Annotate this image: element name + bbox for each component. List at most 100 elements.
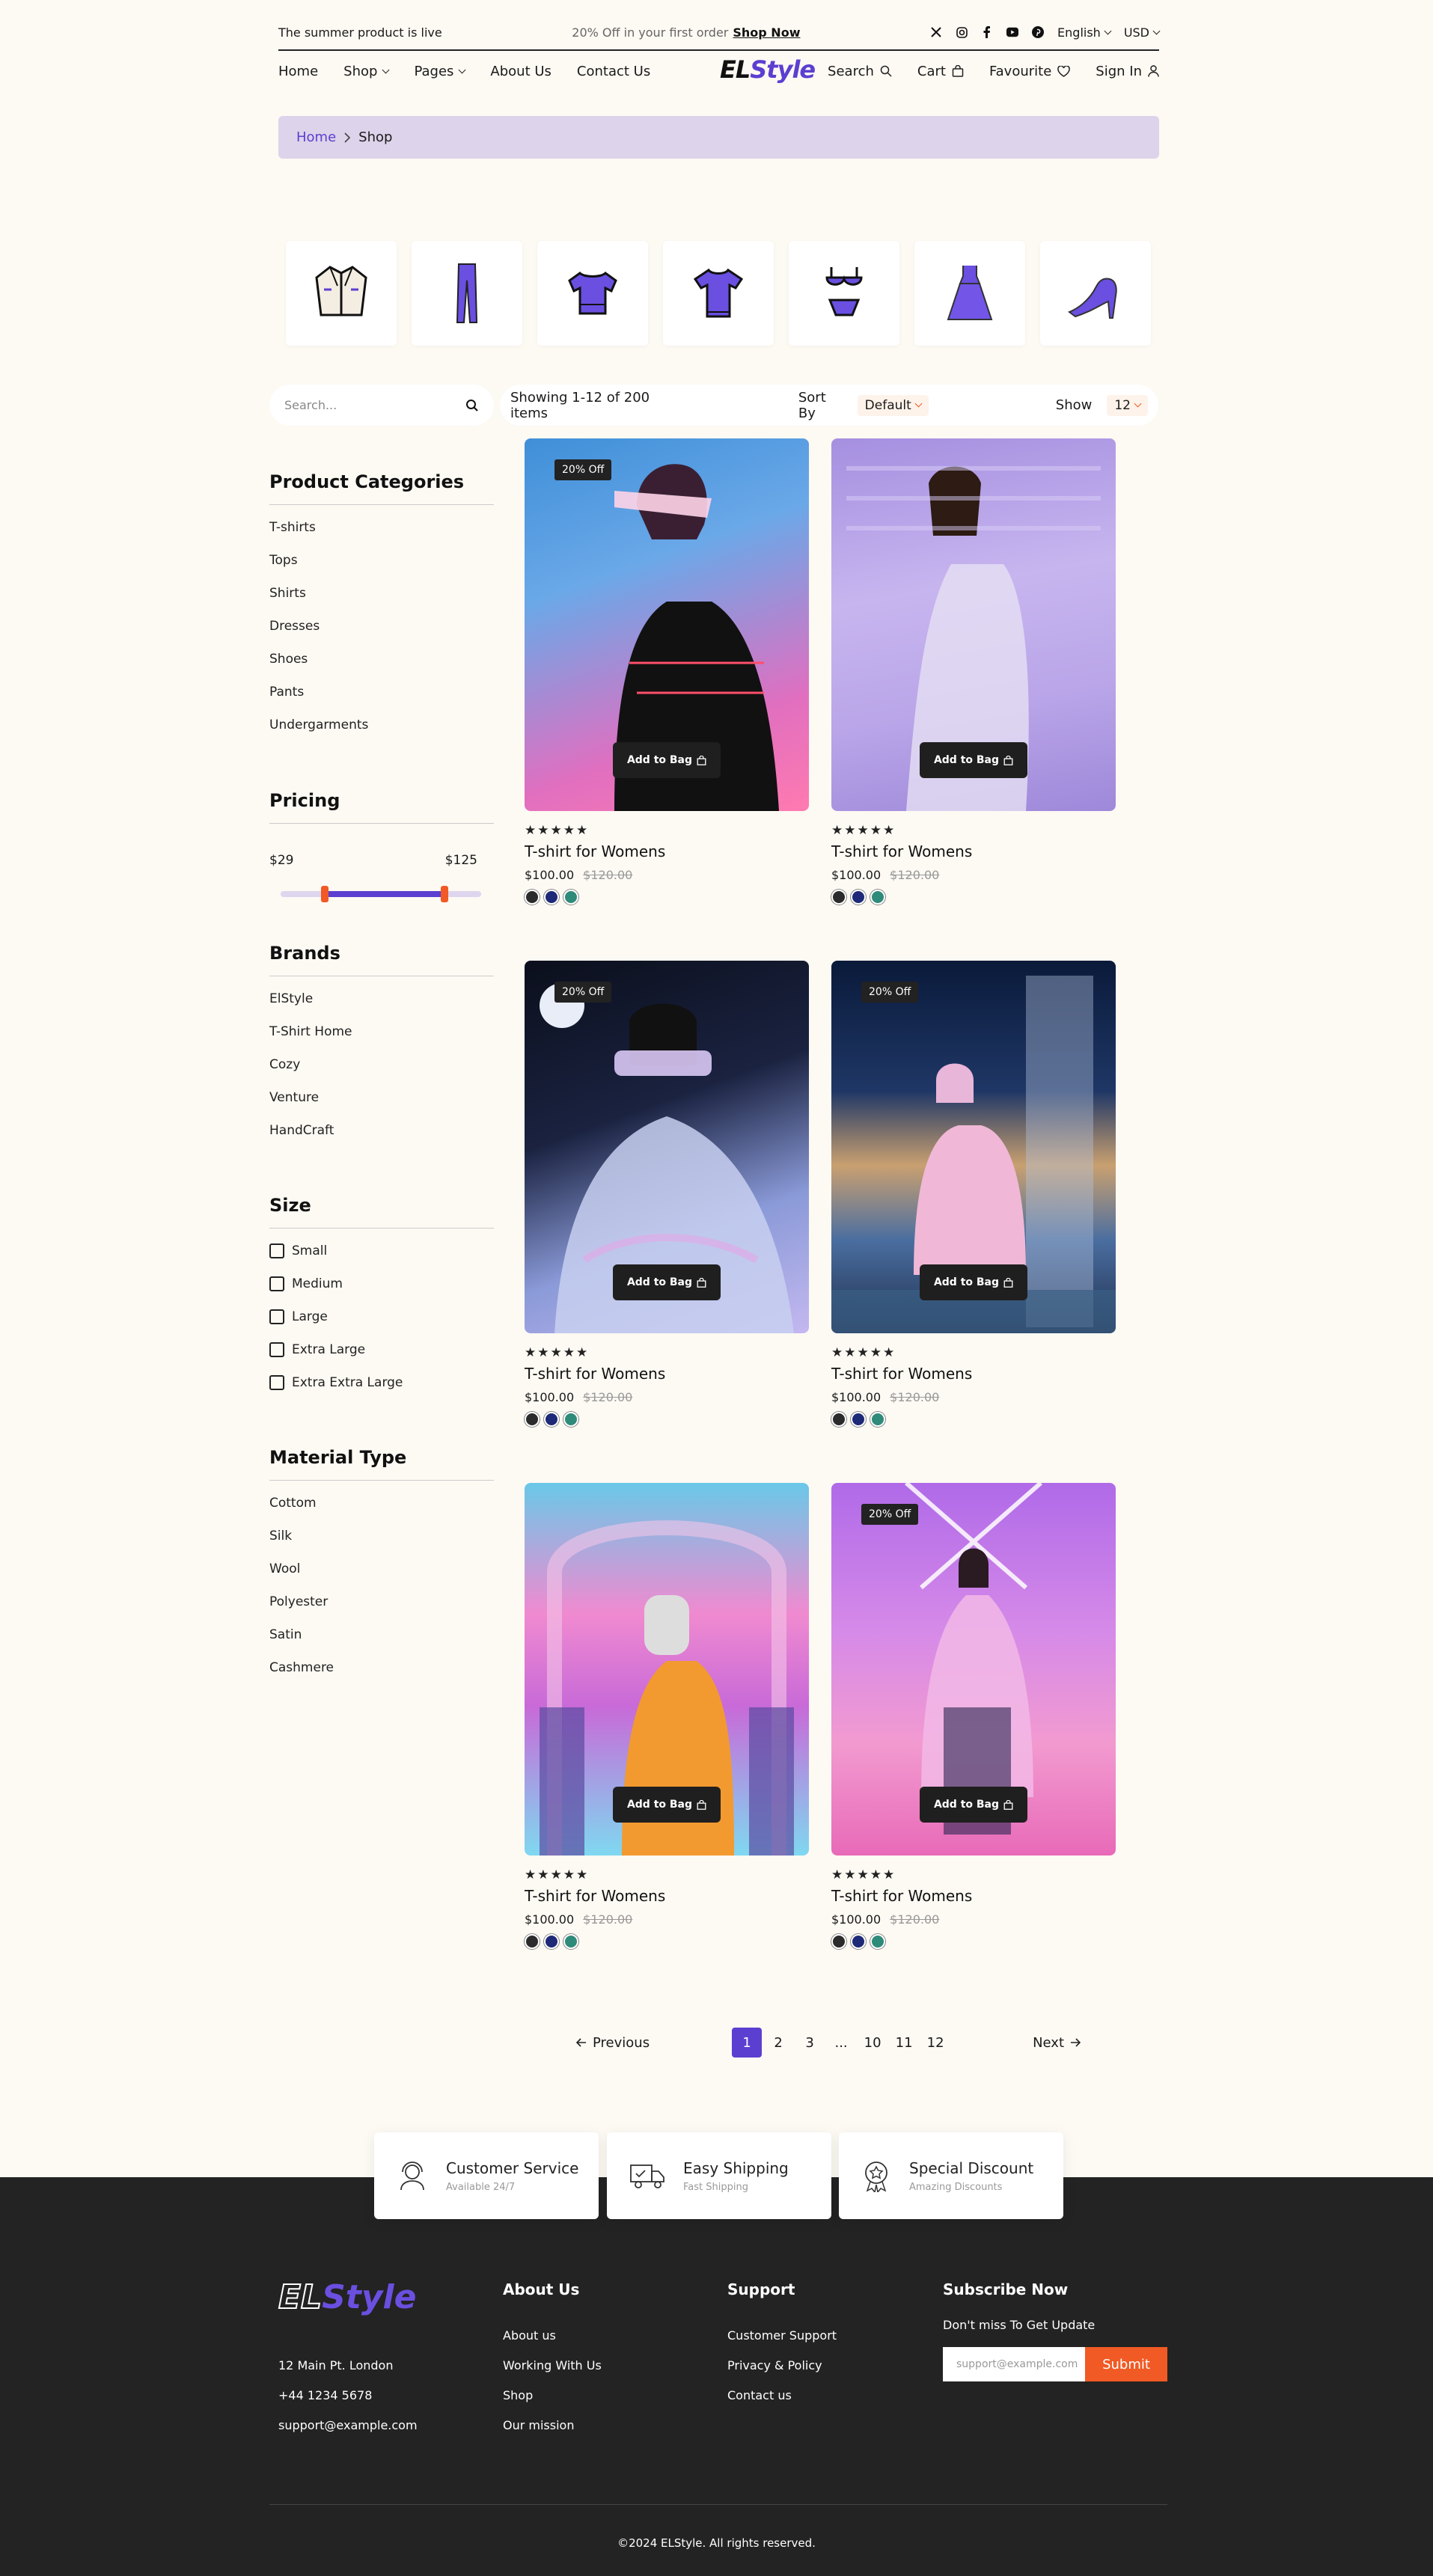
footer-link[interactable]: Our mission <box>503 2418 602 2448</box>
brand-link[interactable]: Cozy <box>269 1057 494 1090</box>
material-link[interactable]: Cashmere <box>269 1660 494 1693</box>
footer-link[interactable]: Contact us <box>727 2388 837 2418</box>
color-swatch[interactable] <box>525 1412 540 1427</box>
brand-link[interactable]: ElStyle <box>269 991 494 1024</box>
sort-select[interactable]: Default <box>857 394 929 416</box>
size-option[interactable]: Large <box>269 1309 494 1342</box>
category-link[interactable]: Tops <box>269 553 494 586</box>
product-image[interactable]: 20% Off Add to Bag <box>831 1483 1116 1855</box>
currency-select[interactable]: USD <box>1124 25 1161 40</box>
category-dress[interactable] <box>914 241 1025 346</box>
category-link[interactable]: Pants <box>269 685 494 718</box>
size-checkbox[interactable] <box>269 1309 284 1324</box>
product-card[interactable]: Add to Bag ★★★★★ T-shirt for Womens $100… <box>525 1483 809 1949</box>
category-jacket[interactable] <box>286 241 397 346</box>
footer-link[interactable]: Shop <box>503 2388 602 2418</box>
search-input[interactable]: Search... <box>269 385 494 426</box>
add-to-bag-button[interactable]: Add to Bag <box>920 1264 1027 1300</box>
size-option[interactable]: Medium <box>269 1276 494 1309</box>
color-swatch[interactable] <box>563 1412 578 1427</box>
color-swatch[interactable] <box>831 890 846 905</box>
language-select[interactable]: English <box>1057 25 1112 40</box>
cart-link[interactable]: Cart <box>917 64 964 79</box>
product-title[interactable]: T-shirt for Womens <box>831 1887 1116 1905</box>
color-swatch[interactable] <box>544 1934 559 1949</box>
color-swatch[interactable] <box>563 1934 578 1949</box>
youtube-icon[interactable] <box>1006 26 1019 38</box>
product-title[interactable]: T-shirt for Womens <box>525 1887 809 1905</box>
signin-link[interactable]: Sign In <box>1096 64 1159 79</box>
color-swatch[interactable] <box>851 1934 866 1949</box>
add-to-bag-button[interactable]: Add to Bag <box>613 1264 721 1300</box>
page-button[interactable]: 12 <box>920 2028 950 2058</box>
size-option[interactable]: Extra Large <box>269 1342 494 1375</box>
pinterest-icon[interactable] <box>1032 26 1045 38</box>
size-option[interactable]: Extra Extra Large <box>269 1375 494 1408</box>
material-link[interactable]: Polyester <box>269 1594 494 1627</box>
color-swatch[interactable] <box>870 890 885 905</box>
color-swatch[interactable] <box>831 1412 846 1427</box>
color-swatch[interactable] <box>525 1934 540 1949</box>
add-to-bag-button[interactable]: Add to Bag <box>920 1787 1027 1823</box>
color-swatch[interactable] <box>544 1412 559 1427</box>
brand-link[interactable]: T-Shirt Home <box>269 1024 494 1057</box>
footer-link[interactable]: About us <box>503 2328 602 2358</box>
product-title[interactable]: T-shirt for Womens <box>831 1365 1116 1383</box>
product-card[interactable]: 20% Off Add to Bag ★★★★★ T-shirt for Wom… <box>831 961 1116 1427</box>
footer-link[interactable]: Working With Us <box>503 2358 602 2388</box>
product-title[interactable]: T-shirt for Womens <box>525 842 809 860</box>
footer-link[interactable]: Customer Support <box>727 2328 837 2358</box>
material-link[interactable]: Silk <box>269 1529 494 1561</box>
previous-page-button[interactable]: Previous <box>576 2035 650 2051</box>
page-button[interactable]: 1 <box>732 2028 763 2058</box>
brand-link[interactable]: Venture <box>269 1090 494 1123</box>
nav-pages[interactable]: Pages <box>414 64 466 79</box>
product-image[interactable]: 20% Off Add to Bag <box>525 438 809 811</box>
size-checkbox[interactable] <box>269 1276 284 1291</box>
product-card[interactable]: 20% Off Add to Bag ★★★★★ T-shirt for Wom… <box>525 961 809 1427</box>
page-button[interactable]: 2 <box>763 2028 793 2058</box>
subscribe-submit-button[interactable]: Submit <box>1085 2347 1167 2381</box>
product-card[interactable]: 20% Off Add to Bag ★★★★★ T-shirt for Wom… <box>831 1483 1116 1949</box>
facebook-icon[interactable] <box>981 26 993 38</box>
product-card[interactable]: 20% Off Add to Bag ★★★★★ T-shirt for Wom… <box>525 438 809 905</box>
shop-now-link[interactable]: Shop Now <box>733 25 800 40</box>
size-checkbox[interactable] <box>269 1375 284 1390</box>
footer-email[interactable]: support@example.com <box>278 2411 418 2441</box>
search-link[interactable]: Search <box>828 64 892 79</box>
price-slider-min-handle[interactable] <box>321 886 329 902</box>
category-undergarments[interactable] <box>789 241 899 346</box>
product-card[interactable]: Add to Bag ★★★★★ T-shirt for Womens $100… <box>831 438 1116 905</box>
next-page-button[interactable]: Next <box>1033 2035 1081 2051</box>
price-slider-max-handle[interactable] <box>441 886 448 902</box>
category-tshirt[interactable] <box>663 241 774 346</box>
color-swatch[interactable] <box>563 890 578 905</box>
category-top[interactable] <box>537 241 648 346</box>
page-button[interactable]: 3 <box>795 2028 825 2058</box>
category-link[interactable]: Shoes <box>269 652 494 685</box>
nav-home[interactable]: Home <box>278 64 318 79</box>
product-title[interactable]: T-shirt for Womens <box>525 1365 809 1383</box>
search-icon[interactable] <box>465 399 479 412</box>
size-option[interactable]: Small <box>269 1243 494 1276</box>
add-to-bag-button[interactable]: Add to Bag <box>613 742 721 778</box>
add-to-bag-button[interactable]: Add to Bag <box>613 1787 721 1823</box>
product-image[interactable]: Add to Bag <box>525 1483 809 1855</box>
category-link[interactable]: Shirts <box>269 586 494 619</box>
color-swatch[interactable] <box>870 1934 885 1949</box>
color-swatch[interactable] <box>831 1934 846 1949</box>
size-checkbox[interactable] <box>269 1342 284 1357</box>
color-swatch[interactable] <box>870 1412 885 1427</box>
x-icon[interactable] <box>930 26 942 38</box>
add-to-bag-button[interactable]: Add to Bag <box>920 742 1027 778</box>
color-swatch[interactable] <box>525 890 540 905</box>
product-image[interactable]: 20% Off Add to Bag <box>831 961 1116 1333</box>
subscribe-email-input[interactable]: support@example.com <box>943 2347 1085 2381</box>
material-link[interactable]: Wool <box>269 1561 494 1594</box>
color-swatch[interactable] <box>544 890 559 905</box>
category-link[interactable]: T-shirts <box>269 520 494 553</box>
nav-about[interactable]: About Us <box>490 64 551 79</box>
color-swatch[interactable] <box>851 1412 866 1427</box>
page-button[interactable]: 11 <box>889 2028 919 2058</box>
show-select[interactable]: 12 <box>1107 394 1148 416</box>
